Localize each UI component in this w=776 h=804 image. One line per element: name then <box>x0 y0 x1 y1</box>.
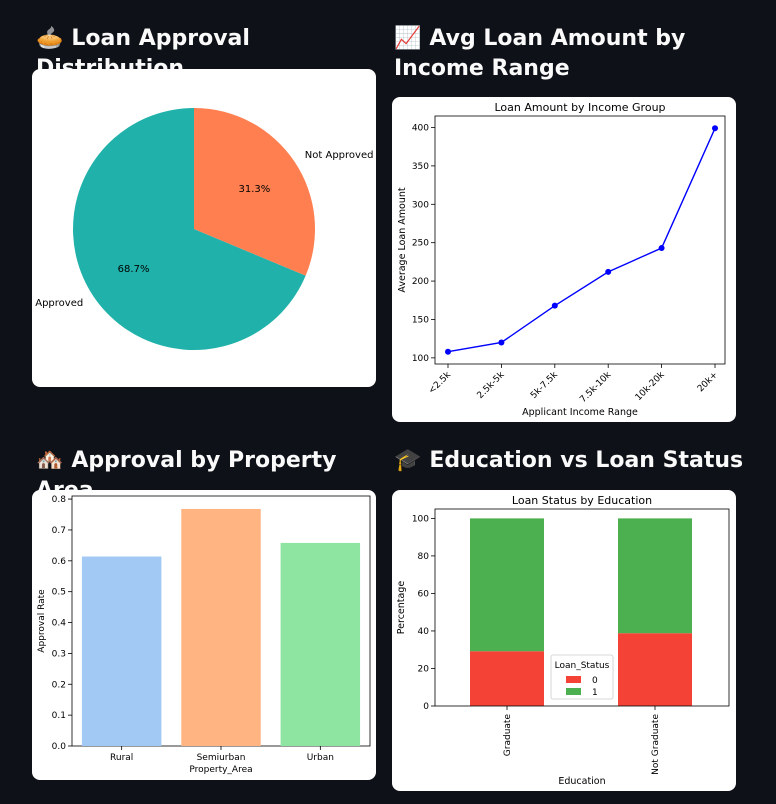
bar-emoji-icon: 🏘️ <box>36 448 64 473</box>
bar-urban <box>280 542 361 746</box>
y-tick-label: 300 <box>412 200 429 210</box>
legend-label-0: 0 <box>592 676 598 686</box>
y-tick-label: 0.6 <box>52 557 67 567</box>
x-tick-label: Urban <box>307 753 334 763</box>
line-section-heading: 📈 Avg Loan Amount by Income Range <box>394 24 744 84</box>
y-tick-label: 200 <box>412 277 429 287</box>
line-plot-frame <box>434 115 726 365</box>
x-tick-label: Rural <box>110 753 133 763</box>
stack-section-title: Education vs Loan Status <box>429 448 744 473</box>
legend-title: Loan_Status <box>555 661 610 671</box>
legend-swatch-0 <box>566 676 581 683</box>
line-point <box>605 268 612 275</box>
y-tick-label: 20 <box>418 664 430 674</box>
y-tick-label: 0.1 <box>52 711 66 721</box>
x-tick-label: Semiurban <box>197 753 246 763</box>
x-tick-label: 2.5k-5k <box>476 369 507 400</box>
legend-swatch-1 <box>566 688 581 695</box>
y-tick-label: 0.3 <box>52 649 66 659</box>
bar-y-axis-label: Approval Rate <box>37 589 47 653</box>
stacked-bar-chart: Loan Status by Education Graduate Not Grad… <box>396 494 730 787</box>
stack-x-axis-label: Education <box>558 776 605 787</box>
y-tick-label: 100 <box>412 354 429 364</box>
stack-emoji-icon: 🎓 <box>394 448 422 473</box>
y-tick-label: 350 <box>412 162 429 172</box>
line-point <box>498 339 505 346</box>
line-point <box>658 245 665 252</box>
line-point <box>551 302 558 309</box>
y-tick-label: 0 <box>423 702 429 712</box>
pie-chart: Approved 68.7% Not Approved 31.3% <box>35 108 374 350</box>
bar-chart: Rural Semiurban Urban 0.0 0.1 0.2 0.3 0.4 0.5 0.6… <box>37 495 371 775</box>
stack-segment-1 <box>470 518 544 652</box>
x-tick-label: 10k-20k <box>634 369 667 402</box>
x-tick-label: Graduate <box>503 714 513 757</box>
stack-segment-0 <box>618 633 692 706</box>
bar-chart-card: Rural Semiurban Urban 0.0 0.1 0.2 0.3 0.4 0.5 0.6… <box>32 490 376 780</box>
y-tick-label: 0.4 <box>52 619 67 629</box>
stacked-chart-card: Loan Status by Education Graduate Not Grad… <box>392 490 736 791</box>
x-tick-label: <2.5k <box>427 370 454 397</box>
line-chart-card: Loan Amount by Income Group 100 150 200 250 3… <box>392 97 736 422</box>
line-chart-title: Loan Amount by Income Group <box>494 101 665 114</box>
x-tick-label: 7.5k-10k <box>578 369 614 405</box>
pie-chart-card: Approved 68.7% Not Approved 31.3% <box>32 69 376 387</box>
y-tick-label: 0.0 <box>52 742 67 752</box>
line-chart: Loan Amount by Income Group 100 150 200 250 3… <box>397 101 726 418</box>
y-tick-label: 400 <box>412 124 429 134</box>
stack-segment-0 <box>470 651 544 706</box>
x-tick-label: 5k-7.5k <box>529 369 560 400</box>
line-point <box>712 125 718 132</box>
y-tick-label: 0.7 <box>52 526 66 536</box>
line-emoji-icon: 📈 <box>394 26 422 51</box>
pie-emoji-icon: 🥧 <box>36 26 64 51</box>
legend-label-1: 1 <box>592 688 598 698</box>
line-section-title: Avg Loan Amount by Income Range <box>394 26 686 81</box>
x-tick-label: 20k+ <box>696 370 720 394</box>
y-tick-label: 40 <box>418 627 430 637</box>
x-tick-label: Not Graduate <box>651 714 661 775</box>
line-series <box>447 127 716 353</box>
y-tick-label: 0.2 <box>52 680 66 690</box>
line-y-axis-label: Average Loan Amount <box>397 187 408 292</box>
pie-label: Not Approved <box>305 150 374 161</box>
y-tick-label: 150 <box>412 315 429 325</box>
stack-chart-title: Loan Status by Education <box>512 494 652 507</box>
line-x-axis-label: Applicant Income Range <box>522 407 638 418</box>
y-tick-label: 250 <box>412 239 429 249</box>
y-tick-label: 0.8 <box>52 495 67 505</box>
bar-x-axis-label: Property_Area <box>189 765 252 775</box>
pie-percent-label: 68.7% <box>118 264 150 275</box>
stack-section-heading: 🎓 Education vs Loan Status <box>394 446 744 476</box>
stack-segment-1 <box>618 518 692 634</box>
y-tick-label: 0.5 <box>52 588 66 598</box>
line-point <box>445 348 451 355</box>
y-tick-label: 100 <box>412 514 429 524</box>
bar-rural <box>81 556 162 746</box>
stack-y-axis-label: Percentage <box>396 581 407 635</box>
pie-label: Approved <box>35 298 83 309</box>
bar-semiurban <box>181 508 261 746</box>
pie-percent-label: 31.3% <box>239 184 271 195</box>
y-tick-label: 60 <box>418 589 430 599</box>
y-tick-label: 80 <box>418 552 430 562</box>
